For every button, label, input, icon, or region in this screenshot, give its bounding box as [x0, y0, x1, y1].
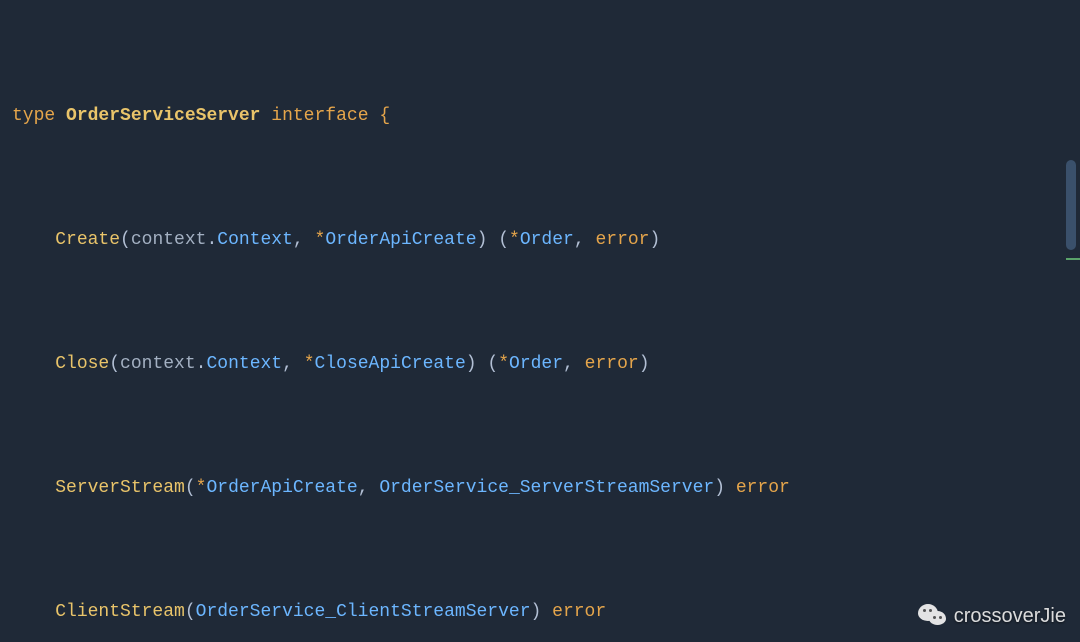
code-editor-viewport[interactable]: type OrderServiceServer interface { Crea…	[0, 0, 1080, 642]
code-line: Close(context.Context, *CloseApiCreate) …	[0, 349, 1080, 380]
keyword-type: type	[12, 106, 55, 126]
brace-open: {	[379, 106, 390, 126]
wechat-icon	[918, 604, 948, 630]
code-line: ServerStream(*OrderApiCreate, OrderServi…	[0, 473, 1080, 504]
watermark-label: crossoverJie	[954, 601, 1066, 632]
watermark: crossoverJie	[918, 601, 1066, 632]
vertical-scrollbar-track[interactable]	[1066, 0, 1078, 642]
method-create: Create	[55, 230, 120, 250]
method-clientstream: ClientStream	[55, 602, 185, 622]
scrollbar-caret-marker	[1066, 258, 1080, 260]
method-close: Close	[55, 354, 109, 374]
keyword-interface: interface	[271, 106, 368, 126]
code-line: type OrderServiceServer interface {	[0, 101, 1080, 132]
identifier-interface-name: OrderServiceServer	[66, 106, 260, 126]
code-line: Create(context.Context, *OrderApiCreate)…	[0, 225, 1080, 256]
method-serverstream: ServerStream	[55, 478, 185, 498]
vertical-scrollbar-thumb[interactable]	[1066, 160, 1076, 250]
